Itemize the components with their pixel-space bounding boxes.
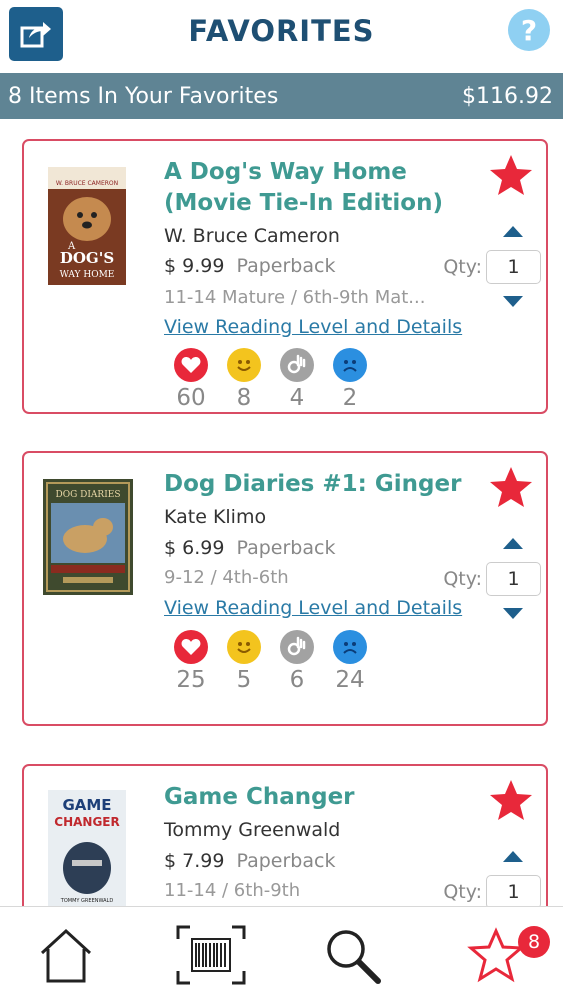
qty-label: Qty: — [443, 881, 482, 903]
ok-hand-icon — [280, 630, 314, 664]
book-title[interactable]: A Dog's Way Home (Movie Tie-In Edition) — [164, 157, 494, 219]
book-price: $ 9.99 — [164, 255, 225, 277]
book-price: $ 7.99 — [164, 850, 225, 872]
rating-ok[interactable]: 4 — [275, 348, 319, 411]
page-title: FAVORITES — [188, 14, 375, 48]
cover-title-2: CHANGER — [54, 815, 119, 829]
book-author: Kate Klimo — [164, 506, 267, 528]
book-title[interactable]: Game Changer — [164, 782, 494, 813]
cover-title: DOG DIARIES — [56, 490, 121, 500]
rating-smile[interactable]: 8 — [222, 348, 266, 411]
home-icon[interactable] — [36, 925, 96, 985]
book-cover[interactable]: DOG DIARIES — [43, 479, 133, 595]
qty-decrease-button[interactable] — [503, 608, 523, 619]
heart-icon — [174, 630, 208, 664]
list-item[interactable]: W. BRUCE CAMERON A DOG'S WAY HOME A Dog'… — [22, 139, 548, 414]
view-details-link[interactable]: View Reading Level and Details — [164, 316, 462, 338]
book-format: Paperback — [236, 255, 336, 277]
book-cover[interactable]: GAME CHANGER TOMMY GREENWALD — [48, 790, 126, 906]
qty-input[interactable]: 1 — [486, 250, 541, 284]
qty-decrease-button[interactable] — [503, 296, 523, 307]
qty-label: Qty: — [443, 256, 482, 278]
favorite-star-icon[interactable] — [488, 778, 534, 822]
qty-increase-button[interactable] — [503, 851, 523, 862]
list-item[interactable]: DOG DIARIES Dog Diaries #1: Ginger Kate … — [22, 451, 548, 726]
rating-love[interactable]: 60 — [169, 348, 213, 411]
smile-icon — [227, 630, 261, 664]
favorites-total: $116.92 — [462, 83, 553, 109]
rating-ok[interactable]: 6 — [275, 630, 319, 693]
bottom-tab-bar — [0, 906, 563, 1000]
search-icon[interactable] — [322, 925, 382, 985]
header: FAVORITES ? — [0, 0, 563, 70]
rating-sad[interactable]: 24 — [328, 630, 372, 693]
reading-levels: 11-14 / 6th-9th — [164, 880, 301, 901]
cover-author: W. BRUCE CAMERON — [56, 180, 118, 187]
qty-input[interactable]: 1 — [486, 875, 541, 906]
rating-smile[interactable]: 5 — [222, 630, 266, 693]
book-title[interactable]: Dog Diaries #1: Ginger — [164, 469, 494, 500]
sad-icon — [333, 630, 367, 664]
rating-ok-count: 4 — [289, 385, 305, 411]
cover-title-1: GAME — [62, 796, 111, 814]
smile-icon — [227, 348, 261, 382]
star-icon[interactable] — [466, 925, 526, 985]
rating-sad[interactable]: 2 — [328, 348, 372, 411]
reading-levels: 9-12 / 4th-6th — [164, 567, 289, 588]
favorite-star-icon[interactable] — [488, 153, 534, 197]
favorites-list[interactable]: W. BRUCE CAMERON A DOG'S WAY HOME A Dog'… — [0, 119, 563, 906]
book-author: W. Bruce Cameron — [164, 225, 340, 247]
book-price: $ 6.99 — [164, 537, 225, 559]
heart-icon — [174, 348, 208, 382]
rating-smile-count: 5 — [236, 667, 252, 693]
book-cover[interactable]: W. BRUCE CAMERON A DOG'S WAY HOME — [48, 167, 126, 285]
view-details-link[interactable]: View Reading Level and Details — [164, 597, 462, 619]
cover-title-3: WAY HOME — [60, 270, 115, 280]
list-item[interactable]: GAME CHANGER TOMMY GREENWALD Game Change… — [22, 764, 548, 906]
favorites-count: 8 Items In Your Favorites — [8, 83, 279, 109]
favorites-count-badge: 8 — [518, 926, 550, 958]
favorites-summary-bar: 8 Items In Your Favorites $116.92 — [0, 73, 563, 119]
sad-icon — [333, 348, 367, 382]
price-line: $ 6.99 Paperback — [164, 537, 335, 559]
rating-sad-count: 24 — [335, 667, 365, 693]
qty-increase-button[interactable] — [503, 226, 523, 237]
rating-love-count: 25 — [176, 667, 206, 693]
cover-author: TOMMY GREENWALD — [60, 898, 114, 904]
qty-input[interactable]: 1 — [486, 562, 541, 596]
qty-label: Qty: — [443, 568, 482, 590]
book-format: Paperback — [236, 537, 336, 559]
barcode-icon[interactable] — [176, 925, 246, 985]
price-line: $ 7.99 Paperback — [164, 850, 335, 872]
favorite-star-icon[interactable] — [488, 465, 534, 509]
rating-love-count: 60 — [176, 385, 206, 411]
reading-levels: 11-14 Mature / 6th-9th Mat... — [164, 287, 426, 308]
help-button[interactable]: ? — [508, 9, 550, 51]
ok-hand-icon — [280, 348, 314, 382]
rating-love[interactable]: 25 — [169, 630, 213, 693]
cover-title-2: DOG'S — [60, 249, 114, 267]
qty-increase-button[interactable] — [503, 538, 523, 549]
rating-smile-count: 8 — [236, 385, 252, 411]
rating-sad-count: 2 — [342, 385, 358, 411]
book-author: Tommy Greenwald — [164, 819, 341, 841]
price-line: $ 9.99 Paperback — [164, 255, 335, 277]
rating-ok-count: 6 — [289, 667, 305, 693]
book-format: Paperback — [236, 850, 336, 872]
